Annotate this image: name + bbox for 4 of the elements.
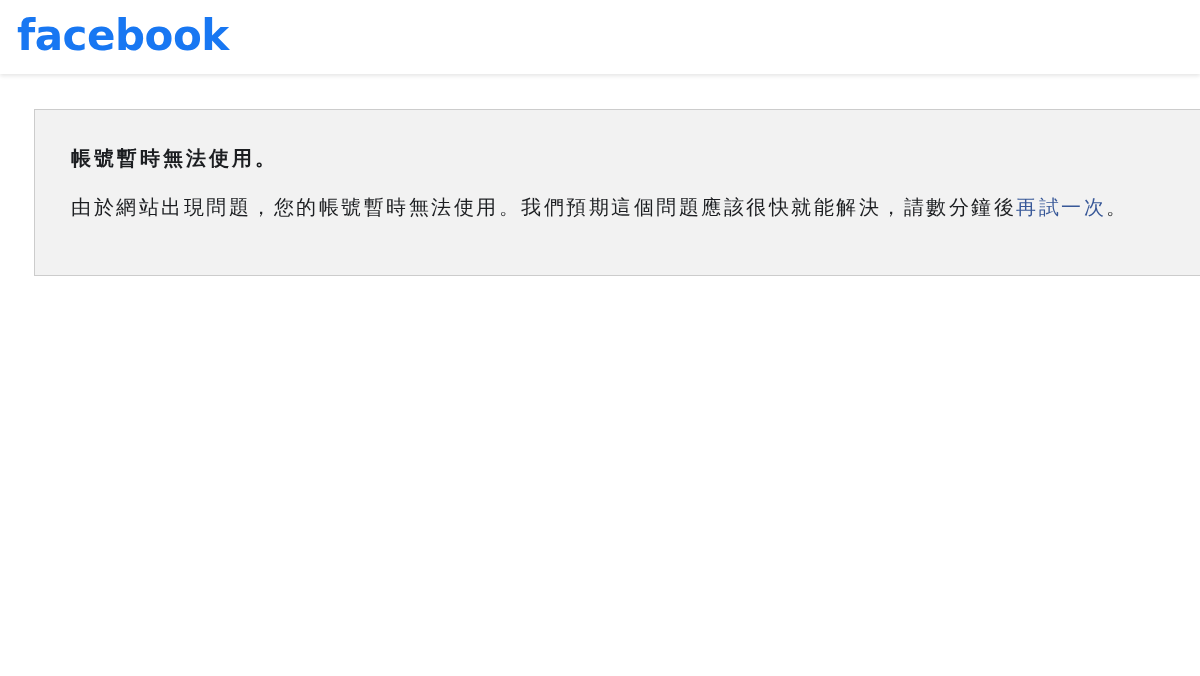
notice-message: 由於網站出現問題，您的帳號暫時無法使用。我們預期這個問題應該很快就能解決，請數分鐘後再試一次。 (71, 194, 1129, 221)
notice-title: 帳號暫時無法使用。 (71, 145, 278, 172)
site-logo[interactable]: facebook (17, 15, 229, 57)
retry-link[interactable]: 再試一次 (1016, 195, 1106, 219)
